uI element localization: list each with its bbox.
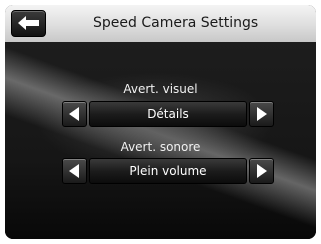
visual-warning-value: Détails [89, 101, 247, 127]
visual-warning-selector: Détails [62, 101, 274, 127]
left-arrow-icon [69, 107, 79, 121]
settings-panel: Avert. visuel Détails Avert. sonore Plei… [5, 42, 316, 239]
device-frame: Speed Camera Settings Avert. visuel Déta… [5, 5, 316, 239]
audio-warning-label: Avert. sonore [120, 140, 201, 154]
page-title: Speed Camera Settings [93, 15, 259, 31]
audio-warning-next-button[interactable] [249, 158, 274, 184]
right-arrow-icon [257, 164, 267, 178]
left-arrow-icon [69, 164, 79, 178]
visual-warning-prev-button[interactable] [62, 101, 87, 127]
visual-warning-label: Avert. visuel [123, 82, 198, 96]
right-arrow-icon [257, 107, 267, 121]
audio-warning-prev-button[interactable] [62, 158, 87, 184]
audio-warning-selector: Plein volume [62, 158, 274, 184]
visual-warning-next-button[interactable] [249, 101, 274, 127]
back-button[interactable] [11, 10, 46, 37]
audio-warning-value: Plein volume [89, 158, 247, 184]
back-arrow-icon [18, 16, 39, 30]
title-bar: Speed Camera Settings [5, 5, 316, 43]
